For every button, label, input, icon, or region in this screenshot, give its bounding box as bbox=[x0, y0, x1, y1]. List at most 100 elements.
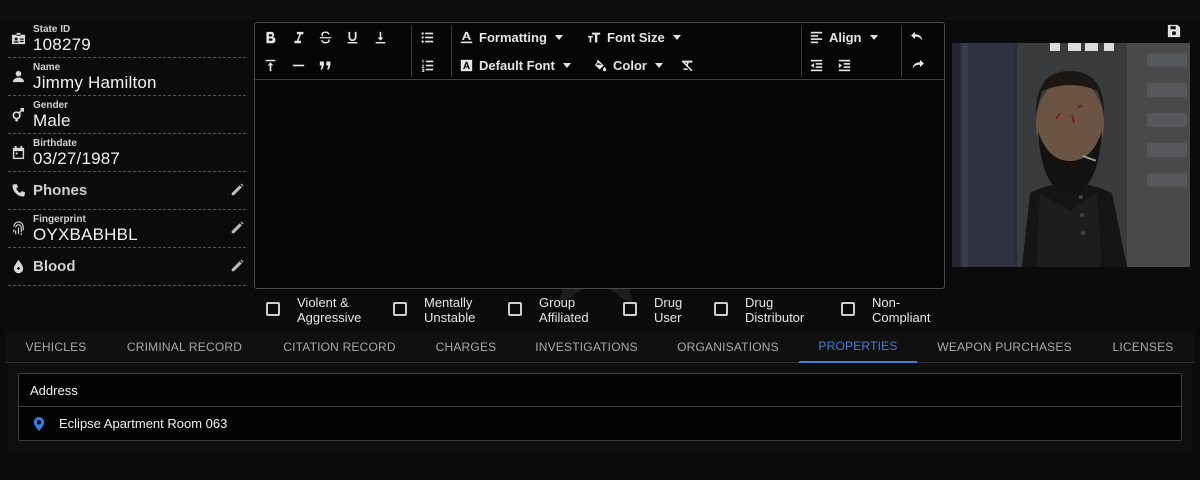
flag-label-line1: Violent & bbox=[297, 295, 349, 310]
top-bar bbox=[0, 0, 1200, 20]
underline-icon[interactable] bbox=[346, 26, 359, 48]
table-row[interactable]: Eclipse Apartment Room 063 bbox=[19, 407, 1181, 440]
chevron-down-icon bbox=[562, 62, 571, 68]
id-card-icon bbox=[10, 31, 26, 47]
color-dropdown[interactable]: Color bbox=[594, 54, 663, 76]
chevron-down-icon bbox=[654, 62, 663, 68]
tab-citation-record[interactable]: CITATION RECORD bbox=[263, 331, 416, 363]
flag-label-line2: Affiliated bbox=[539, 310, 589, 325]
toolbar-divider bbox=[451, 26, 452, 77]
font-family-label: Default Font bbox=[479, 57, 555, 73]
properties-table: Address Eclipse Apartment Room 063 bbox=[18, 373, 1182, 441]
flag-checkbox[interactable] bbox=[714, 302, 728, 316]
superscript-icon[interactable] bbox=[264, 54, 277, 76]
fingerprint-label: Fingerprint bbox=[33, 213, 86, 225]
numbered-list-icon[interactable] bbox=[421, 54, 434, 76]
phone-icon bbox=[10, 183, 26, 199]
flag-checkbox[interactable] bbox=[508, 302, 522, 316]
paint-bucket-icon bbox=[594, 59, 607, 71]
edit-blood-pencil-icon[interactable] bbox=[230, 259, 244, 273]
flag-checkbox[interactable] bbox=[393, 302, 407, 316]
chevron-down-icon bbox=[869, 34, 878, 40]
editor-text-area[interactable] bbox=[255, 81, 944, 288]
tab-criminal-record[interactable]: CRIMINAL RECORD bbox=[106, 331, 263, 363]
name-value: Jimmy Hamilton bbox=[33, 72, 157, 92]
flag-checkbox[interactable] bbox=[841, 302, 855, 316]
gender-value: Male bbox=[33, 110, 71, 130]
toolbar-divider bbox=[411, 26, 412, 77]
flag-non-compliant[interactable]: Non- Compliant bbox=[841, 295, 931, 325]
indent-icon[interactable] bbox=[838, 54, 851, 76]
toolbar-divider bbox=[901, 26, 902, 77]
blood-label: Blood bbox=[33, 258, 76, 275]
undo-icon[interactable] bbox=[911, 26, 924, 48]
tab-investigations[interactable]: INVESTIGATIONS bbox=[516, 331, 657, 363]
tab-properties[interactable]: PROPERTIES bbox=[799, 331, 917, 363]
flag-checkbox[interactable] bbox=[266, 302, 280, 316]
gender-icon bbox=[10, 107, 26, 123]
italic-icon[interactable] bbox=[292, 26, 305, 48]
property-address: Eclipse Apartment Room 063 bbox=[59, 416, 228, 431]
blockquote-icon[interactable] bbox=[319, 54, 332, 76]
flag-drug-distributor[interactable]: Drug Distributor bbox=[714, 295, 804, 325]
bullet-list-icon[interactable] bbox=[421, 26, 434, 48]
map-pin-icon bbox=[33, 416, 45, 431]
chevron-down-icon bbox=[554, 34, 563, 40]
formatting-dropdown[interactable]: Formatting bbox=[460, 26, 563, 48]
edit-phones-pencil-icon[interactable] bbox=[230, 183, 244, 197]
fingerprint-row: Fingerprint OYXBABHBL bbox=[8, 210, 246, 248]
subscript-icon[interactable] bbox=[374, 26, 387, 48]
blood-drop-icon bbox=[10, 259, 26, 275]
birthdate-label: Birthdate bbox=[33, 137, 77, 149]
tab-weapon-purchases[interactable]: WEAPON PURCHASES bbox=[917, 331, 1092, 363]
gender-row: Gender Male bbox=[8, 96, 246, 134]
strikethrough-icon[interactable] bbox=[319, 26, 332, 48]
flag-group-affiliated[interactable]: Group Affiliated bbox=[508, 295, 589, 325]
bold-icon[interactable] bbox=[264, 26, 277, 48]
font-box-icon bbox=[460, 59, 473, 71]
chevron-down-icon bbox=[672, 34, 681, 40]
birthdate-value: 03/27/1987 bbox=[33, 148, 121, 168]
flag-label-line1: Group bbox=[539, 295, 576, 310]
clear-formatting-icon[interactable] bbox=[681, 54, 694, 76]
text-format-icon bbox=[460, 31, 473, 43]
flag-label-line2: Aggressive bbox=[297, 310, 362, 325]
state-id-label: State ID bbox=[33, 23, 71, 35]
properties-panel: Address Eclipse Apartment Room 063 bbox=[8, 364, 1192, 452]
align-dropdown[interactable]: Align bbox=[810, 26, 878, 48]
person-icon bbox=[10, 69, 26, 85]
tab-vehicles[interactable]: VEHICLES bbox=[6, 331, 106, 363]
horizontal-rule-icon[interactable] bbox=[292, 54, 305, 76]
calendar-icon bbox=[10, 145, 26, 161]
notes-rich-text-editor: Formatting Font Size Align Default Font bbox=[254, 22, 945, 289]
flag-label-line1: Mentally bbox=[424, 295, 473, 310]
font-size-icon bbox=[588, 32, 601, 42]
font-family-dropdown[interactable]: Default Font bbox=[460, 54, 571, 76]
state-id-row: State ID 108279 bbox=[8, 20, 246, 58]
flag-mentally-unstable[interactable]: Mentally Unstable bbox=[393, 295, 475, 325]
phones-label: Phones bbox=[33, 182, 88, 199]
edit-fingerprint-pencil-icon[interactable] bbox=[230, 221, 244, 235]
flag-drug-user[interactable]: Drug User bbox=[623, 295, 682, 325]
name-label: Name bbox=[33, 61, 61, 73]
font-size-dropdown[interactable]: Font Size bbox=[588, 26, 681, 48]
outdent-icon[interactable] bbox=[810, 54, 823, 76]
flag-checkbox[interactable] bbox=[623, 302, 637, 316]
flag-label-line2: User bbox=[654, 310, 682, 325]
tab-charges[interactable]: CHARGES bbox=[416, 331, 516, 363]
save-button[interactable] bbox=[1160, 20, 1187, 42]
flag-violent-aggressive[interactable]: Violent & Aggressive bbox=[266, 295, 361, 325]
tab-licenses[interactable]: LICENSES bbox=[1092, 331, 1194, 363]
flag-label-line2: Distributor bbox=[745, 310, 805, 325]
fingerprint-value: OYXBABHBL bbox=[33, 224, 138, 244]
redo-icon[interactable] bbox=[911, 54, 924, 76]
tab-organisations[interactable]: ORGANISATIONS bbox=[657, 331, 799, 363]
editor-toolbar: Formatting Font Size Align Default Font bbox=[255, 23, 944, 80]
flag-label-line1: Non- bbox=[872, 295, 901, 310]
birthdate-row: Birthdate 03/27/1987 bbox=[8, 134, 246, 172]
flag-label-line1: Drug bbox=[654, 295, 683, 310]
name-row: Name Jimmy Hamilton bbox=[8, 58, 246, 96]
font-size-label: Font Size bbox=[607, 29, 665, 45]
profile-info-panel: State ID 108279 Name Jimmy Hamilton Gend… bbox=[8, 20, 246, 286]
fingerprint-icon bbox=[10, 221, 26, 237]
